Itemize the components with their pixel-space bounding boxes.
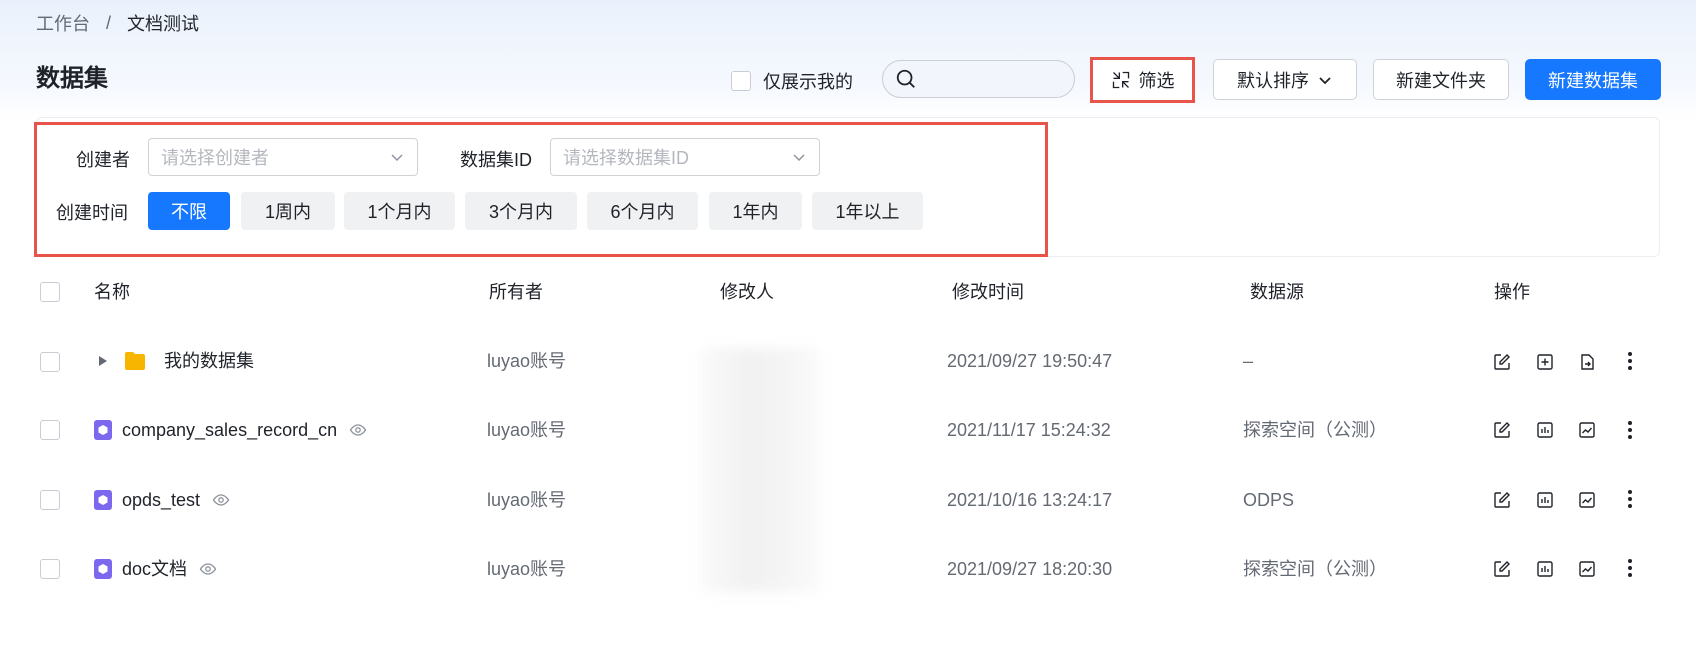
filter-collapse-icon <box>1112 71 1129 89</box>
row-modified-time: 2021/09/27 19:50:47 <box>947 351 1113 371</box>
chevron-down-icon <box>1319 76 1331 84</box>
dataset-id-select[interactable]: 请选择数据集ID <box>550 138 820 176</box>
search-icon <box>896 69 915 88</box>
import-file-icon[interactable] <box>1578 353 1596 371</box>
column-header-modified-time: 修改时间 <box>952 282 1024 302</box>
row-name[interactable]: doc文档 <box>94 557 217 581</box>
edit-icon[interactable] <box>1493 560 1511 578</box>
column-header-name: 名称 <box>94 282 130 302</box>
time-option-1-month[interactable]: 1个月内 <box>344 192 455 230</box>
sort-dropdown[interactable]: 默认排序 <box>1213 59 1357 100</box>
page-title: 数据集 <box>36 65 108 92</box>
row-modified-time: 2021/09/27 18:20:30 <box>947 559 1113 579</box>
modifier-column-redacted <box>700 348 820 592</box>
breadcrumb: 工作台 / 文档测试 <box>36 10 199 36</box>
breadcrumb-separator: / <box>106 12 112 33</box>
more-icon[interactable] <box>1627 351 1633 371</box>
row-name-text: company_sales_record_cn <box>122 420 338 440</box>
line-chart-icon[interactable] <box>1578 560 1596 578</box>
row-name-text: opds_test <box>122 490 201 510</box>
time-option-1-year[interactable]: 1年内 <box>709 192 802 230</box>
column-header-owner: 所有者 <box>489 282 543 302</box>
time-option-1-week[interactable]: 1周内 <box>241 192 335 230</box>
more-icon[interactable] <box>1627 558 1633 578</box>
row-modified-time: 2021/10/16 13:24:17 <box>947 490 1113 510</box>
row-owner: luyao账号 <box>487 559 567 579</box>
row-name[interactable]: company_sales_record_cn <box>94 418 367 442</box>
column-header-actions: 操作 <box>1494 282 1530 302</box>
row-source: ODPS <box>1243 490 1295 510</box>
dataset-icon <box>94 559 112 579</box>
row-name[interactable]: 我的数据集 <box>98 349 254 373</box>
filter-label: 筛选 <box>1138 71 1175 91</box>
line-chart-icon[interactable] <box>1578 421 1596 439</box>
sort-label: 默认排序 <box>1237 70 1309 91</box>
time-option-unlimited[interactable]: 不限 <box>148 192 230 230</box>
time-option-over-1-year[interactable]: 1年以上 <box>812 192 923 230</box>
edit-icon[interactable] <box>1493 491 1511 509</box>
row-checkbox[interactable] <box>40 559 60 579</box>
row-name-text: 我的数据集 <box>164 351 254 371</box>
only-mine-checkbox[interactable] <box>731 71 751 91</box>
filter-button[interactable]: 筛选 <box>1090 57 1195 103</box>
search-input[interactable] <box>925 70 1074 88</box>
new-dataset-button[interactable]: 新建数据集 <box>1525 59 1661 100</box>
bar-chart-icon[interactable] <box>1536 421 1554 439</box>
chevron-down-icon <box>793 154 805 162</box>
edit-icon[interactable] <box>1493 421 1511 439</box>
bar-chart-icon[interactable] <box>1536 491 1554 509</box>
row-checkbox[interactable] <box>40 420 60 440</box>
time-option-3-months[interactable]: 3个月内 <box>465 192 577 230</box>
creator-placeholder: 请选择创建者 <box>161 148 269 168</box>
dataset-icon <box>94 490 112 510</box>
row-checkbox[interactable] <box>40 490 60 510</box>
row-checkbox[interactable] <box>40 352 60 372</box>
breadcrumb-workbench[interactable]: 工作台 <box>36 10 90 36</box>
row-owner: luyao账号 <box>487 420 567 440</box>
row-name[interactable]: opds_test <box>94 488 230 512</box>
creator-label: 创建者 <box>76 150 130 170</box>
column-header-source: 数据源 <box>1250 282 1304 302</box>
only-mine-label: 仅展示我的 <box>763 72 853 92</box>
creator-select[interactable]: 请选择创建者 <box>148 138 418 176</box>
row-name-text: doc文档 <box>122 559 188 579</box>
only-mine-toggle[interactable]: 仅展示我的 <box>731 68 853 94</box>
folder-icon <box>125 352 145 370</box>
select-all-checkbox[interactable] <box>40 282 60 302</box>
row-source: 探索空间（公测） <box>1243 420 1387 440</box>
more-icon[interactable] <box>1627 489 1633 509</box>
more-icon[interactable] <box>1627 420 1633 440</box>
row-modified-time: 2021/11/17 15:24:32 <box>947 420 1111 440</box>
chevron-down-icon <box>391 154 403 162</box>
column-header-modifier: 修改人 <box>720 282 774 302</box>
eye-icon[interactable] <box>349 421 367 439</box>
create-time-label: 创建时间 <box>56 203 128 223</box>
row-source: 探索空间（公测） <box>1243 559 1387 579</box>
new-folder-button[interactable]: 新建文件夹 <box>1373 59 1509 100</box>
dataset-id-placeholder: 请选择数据集ID <box>563 148 689 168</box>
eye-icon[interactable] <box>199 560 217 578</box>
line-chart-icon[interactable] <box>1578 491 1596 509</box>
dataset-icon <box>94 420 112 440</box>
breadcrumb-current: 文档测试 <box>127 14 200 34</box>
bar-chart-icon[interactable] <box>1536 560 1554 578</box>
search-box[interactable] <box>882 60 1075 98</box>
dataset-id-label: 数据集ID <box>460 150 532 170</box>
add-icon[interactable] <box>1536 353 1554 371</box>
edit-icon[interactable] <box>1493 353 1511 371</box>
row-owner: luyao账号 <box>487 490 567 510</box>
expand-caret-icon[interactable] <box>98 355 108 367</box>
time-option-6-months[interactable]: 6个月内 <box>587 192 698 230</box>
eye-icon[interactable] <box>212 491 230 509</box>
row-source: – <box>1243 351 1254 371</box>
row-owner: luyao账号 <box>487 351 567 371</box>
